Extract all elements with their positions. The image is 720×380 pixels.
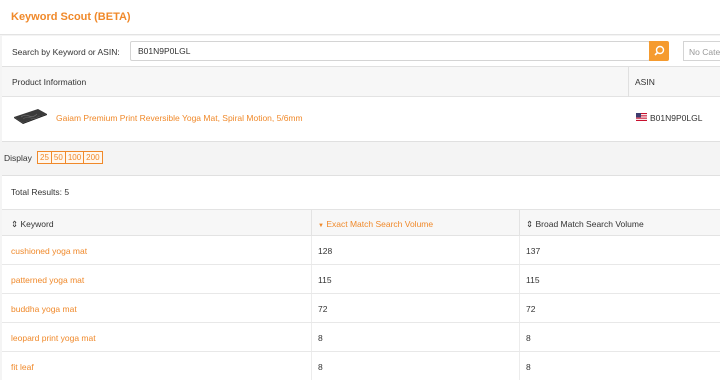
us-flag-icon bbox=[636, 113, 647, 121]
product-table-header: Product Information ASIN bbox=[2, 67, 720, 97]
broad-column-header[interactable]: ⇕ Broad Match Search Volume bbox=[526, 219, 644, 230]
table-row: patterned yoga mat 115 115 bbox=[2, 265, 720, 294]
column-divider bbox=[311, 236, 312, 264]
column-divider bbox=[311, 294, 312, 322]
table-row: cushioned yoga mat 128 137 bbox=[2, 236, 720, 265]
title-bar: Keyword Scout (BETA) bbox=[0, 0, 720, 35]
keyword-link[interactable]: patterned yoga mat bbox=[11, 275, 84, 285]
product-asin: B01N9P0LGL bbox=[650, 113, 703, 123]
results-table: Total Results: 5 ⇕ Keyword ▼ Exact Match… bbox=[2, 175, 720, 380]
column-divider bbox=[519, 323, 520, 351]
keyword-link[interactable]: cushioned yoga mat bbox=[11, 246, 87, 256]
column-divider bbox=[519, 236, 520, 264]
keyword-header-label: Keyword bbox=[20, 219, 54, 229]
keyword-link[interactable]: buddha yoga mat bbox=[11, 304, 77, 314]
page-size-25[interactable]: 25 bbox=[38, 152, 52, 163]
display-label: Display bbox=[4, 153, 32, 163]
column-divider bbox=[311, 210, 312, 236]
exact-volume: 8 bbox=[318, 333, 323, 343]
column-divider bbox=[519, 352, 520, 380]
sort-icon: ⇕ bbox=[11, 219, 19, 229]
results-header: ⇕ Keyword ▼ Exact Match Search Volume ⇕ … bbox=[2, 209, 720, 236]
total-results: Total Results: 5 bbox=[11, 187, 70, 197]
broad-volume: 115 bbox=[526, 275, 540, 285]
product-table: Product Information ASIN Gaiam Premium P… bbox=[2, 67, 720, 142]
column-divider bbox=[311, 323, 312, 351]
exact-volume: 128 bbox=[318, 246, 333, 256]
broad-header-label: Broad Match Search Volume bbox=[535, 219, 644, 229]
search-label: Search by Keyword or ASIN: bbox=[12, 47, 120, 57]
search-icon bbox=[654, 45, 665, 56]
table-row: fit leaf 8 8 bbox=[2, 352, 720, 380]
asin-header: ASIN bbox=[635, 77, 655, 87]
search-input[interactable] bbox=[130, 41, 650, 61]
search-button[interactable] bbox=[649, 41, 669, 61]
column-divider bbox=[311, 352, 312, 380]
broad-volume: 72 bbox=[526, 304, 536, 314]
exact-volume: 8 bbox=[318, 362, 323, 372]
broad-volume: 8 bbox=[526, 333, 531, 343]
column-divider bbox=[519, 210, 520, 236]
category-select[interactable]: No Category bbox=[683, 41, 720, 61]
table-row: buddha yoga mat 72 72 bbox=[2, 294, 720, 323]
keyword-link[interactable]: fit leaf bbox=[11, 362, 34, 372]
page-size-200[interactable]: 200 bbox=[84, 152, 101, 163]
column-divider bbox=[311, 265, 312, 293]
search-bar: Search by Keyword or ASIN: No Category bbox=[2, 36, 720, 67]
column-divider bbox=[519, 265, 520, 293]
exact-volume: 72 bbox=[318, 304, 328, 314]
page-title: Keyword Scout (BETA) bbox=[11, 11, 131, 23]
exact-volume: 115 bbox=[318, 275, 332, 285]
column-divider bbox=[519, 294, 520, 322]
product-info-header: Product Information bbox=[12, 77, 87, 87]
broad-volume: 8 bbox=[526, 362, 531, 372]
page-size-50[interactable]: 50 bbox=[52, 152, 66, 163]
product-name-link[interactable]: Gaiam Premium Print Reversible Yoga Mat,… bbox=[56, 113, 303, 123]
table-row: leopard print yoga mat 8 8 bbox=[2, 323, 720, 352]
exact-column-header[interactable]: ▼ Exact Match Search Volume bbox=[318, 219, 433, 229]
exact-header-label: Exact Match Search Volume bbox=[326, 219, 434, 229]
sort-icon: ⇕ bbox=[526, 219, 534, 229]
column-divider bbox=[628, 67, 629, 97]
keyword-column-header[interactable]: ⇕ Keyword bbox=[11, 219, 54, 230]
keyword-link[interactable]: leopard print yoga mat bbox=[11, 333, 96, 343]
page-size-selector: 25 50 100 200 bbox=[37, 151, 103, 164]
sort-desc-icon: ▼ bbox=[318, 223, 324, 229]
broad-volume: 137 bbox=[526, 246, 541, 256]
page-size-100[interactable]: 100 bbox=[66, 152, 85, 163]
product-thumbnail bbox=[14, 109, 47, 124]
